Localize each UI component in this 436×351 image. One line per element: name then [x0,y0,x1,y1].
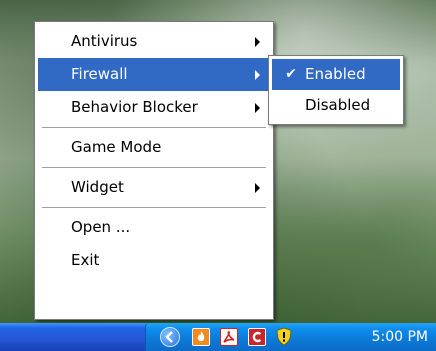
checkmark-icon: ✔ [285,66,297,82]
menu-item-open[interactable]: Open ... [38,211,270,244]
menu-item-label: Open ... [71,218,131,236]
menu-item-exit[interactable]: Exit [38,244,270,277]
clock[interactable]: 5:00 PM [372,323,428,351]
menu-item-behavior-blocker[interactable]: Behavior Blocker [38,91,270,124]
flame-app-icon[interactable] [192,328,210,346]
menu-item-label: Behavior Blocker [71,98,198,116]
submenu-arrow-icon [255,37,260,47]
menu-item-label: Widget [71,178,124,196]
menu-item-antivirus[interactable]: Antivirus [38,25,270,58]
menu-item-game-mode[interactable]: Game Mode [38,131,270,164]
security-shield-icon[interactable] [276,327,292,346]
menu-item-label: Firewall [71,65,128,83]
submenu-item-label: Enabled [305,65,366,83]
taskbar: 5:00 PM [0,323,436,351]
menu-separator [42,167,266,168]
red-c-app-icon[interactable] [248,328,266,346]
menu-item-label: Game Mode [71,138,162,156]
menu-separator [42,207,266,208]
submenu-item-enabled[interactable]: ✔ Enabled [272,59,400,90]
submenu-arrow-icon [255,103,260,113]
menu-separator [42,127,266,128]
system-tray: 5:00 PM [145,323,436,351]
menu-item-widget[interactable]: Widget [38,171,270,204]
menu-item-firewall[interactable]: Firewall [38,58,270,91]
show-hidden-icons-icon[interactable] [160,327,180,347]
firewall-submenu: ✔ Enabled Disabled [268,55,404,125]
pdf-app-icon[interactable] [220,328,238,346]
submenu-arrow-icon [255,70,260,80]
menu-item-label: Antivirus [71,32,138,50]
menu-item-label: Exit [71,251,100,269]
submenu-item-label: Disabled [305,96,371,114]
submenu-arrow-icon [255,183,260,193]
tray-context-menu: Antivirus Firewall Behavior Blocker Game… [34,21,274,320]
submenu-item-disabled[interactable]: Disabled [272,90,400,121]
